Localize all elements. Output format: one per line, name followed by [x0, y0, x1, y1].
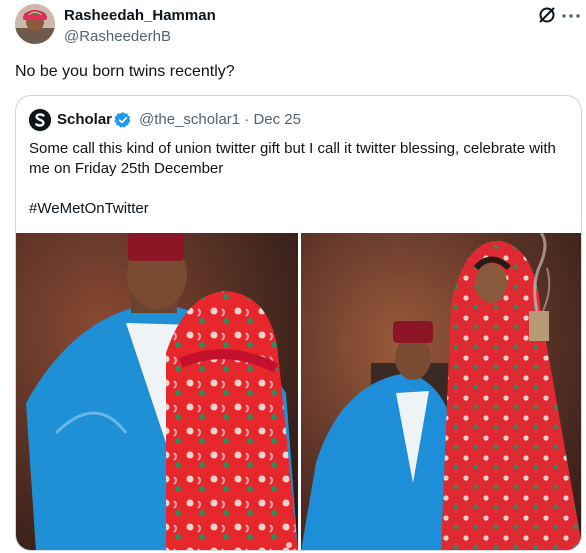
quoted-meta: @the_scholar1 · Dec 25 — [139, 110, 301, 129]
tweet-text: No be you born twins recently? — [15, 63, 235, 80]
photo-right[interactable] — [301, 233, 581, 550]
quoted-author-handle[interactable]: @the_scholar1 — [139, 111, 240, 128]
grok-icon[interactable] — [537, 5, 557, 25]
author-handle[interactable]: @RasheederhB — [64, 27, 171, 46]
quoted-hashtag[interactable]: #WeMetOnTwitter — [29, 199, 149, 219]
photo-left[interactable] — [16, 233, 298, 550]
quoted-tweet[interactable]: Scholar @the_scholar1 · Dec 25 Some call… — [15, 95, 582, 551]
quoted-text: Some call this kind of union twitter gif… — [29, 140, 556, 177]
author-avatar[interactable] — [15, 4, 55, 44]
quoted-author-name[interactable]: Scholar — [57, 110, 112, 129]
tweet[interactable]: Rasheedah_Hamman @RasheederhB No be you … — [0, 0, 586, 553]
meta-separator: · — [244, 111, 250, 128]
quoted-date[interactable]: Dec 25 — [253, 111, 301, 128]
author-name[interactable]: Rasheedah_Hamman — [64, 6, 216, 25]
scholar-logo-icon[interactable] — [29, 109, 51, 131]
verified-badge-icon — [114, 111, 132, 129]
more-options-icon[interactable] — [560, 6, 582, 26]
